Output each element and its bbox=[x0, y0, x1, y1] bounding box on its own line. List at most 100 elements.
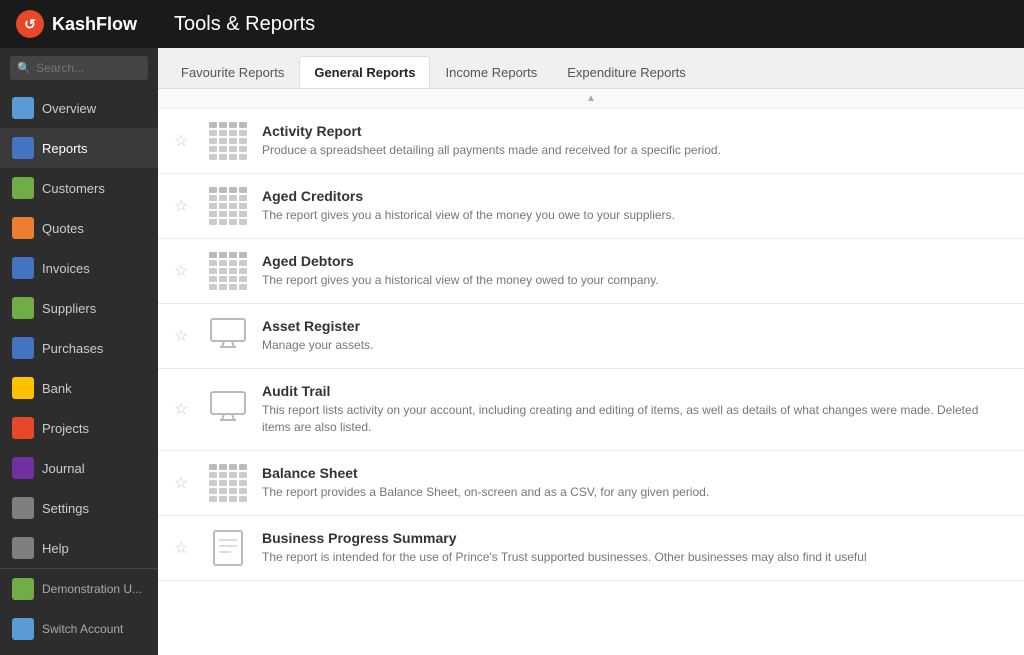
report-thumb-aged-creditors bbox=[206, 188, 250, 224]
sidebar-label-quotes: Quotes bbox=[42, 221, 84, 236]
report-desc-business-progress: The report is intended for the use of Pr… bbox=[262, 549, 1008, 566]
main-content: Favourite ReportsGeneral ReportsIncome R… bbox=[158, 48, 1024, 655]
sidebar-item-quotes[interactable]: Quotes bbox=[0, 208, 158, 248]
switch-icon bbox=[12, 618, 34, 640]
report-desc-activity: Produce a spreadsheet detailing all paym… bbox=[262, 142, 1008, 159]
sidebar-label-switch: Switch Account bbox=[42, 622, 123, 636]
star-button-audit-trail[interactable]: ☆ bbox=[174, 399, 194, 419]
customers-icon bbox=[12, 177, 34, 199]
sidebar-item-payroll[interactable]: Payroll bbox=[0, 649, 158, 655]
sidebar-item-bank[interactable]: Bank bbox=[0, 368, 158, 408]
search-icon: 🔍 bbox=[17, 62, 31, 75]
star-button-business-progress[interactable]: ☆ bbox=[174, 538, 194, 558]
sidebar-label-customers: Customers bbox=[42, 181, 105, 196]
report-item-business-progress: ☆ Business Progress Summary The report i… bbox=[158, 516, 1024, 581]
sidebar-label-suppliers: Suppliers bbox=[42, 301, 96, 316]
report-title-aged-debtors[interactable]: Aged Debtors bbox=[262, 253, 1008, 269]
star-button-balance-sheet[interactable]: ☆ bbox=[174, 473, 194, 493]
sidebar-item-overview[interactable]: Overview bbox=[0, 88, 158, 128]
star-button-activity[interactable]: ☆ bbox=[174, 131, 194, 151]
sidebar-item-demo[interactable]: Demonstration U... bbox=[0, 569, 158, 609]
sidebar-bottom: Demonstration U... Switch Account Payrol… bbox=[0, 568, 158, 655]
report-thumb-business-progress bbox=[206, 530, 250, 566]
sidebar-item-purchases[interactable]: Purchases bbox=[0, 328, 158, 368]
sidebar-item-settings[interactable]: Settings bbox=[0, 488, 158, 528]
report-thumb-asset-register bbox=[206, 318, 250, 354]
sidebar-item-suppliers[interactable]: Suppliers bbox=[0, 288, 158, 328]
sidebar-label-reports: Reports bbox=[42, 141, 88, 156]
report-item-aged-debtors: ☆ Aged Debtors The report gives you a hi… bbox=[158, 239, 1024, 304]
report-item-activity: ☆ Activity Report Produce a spreadsheet … bbox=[158, 109, 1024, 174]
sidebar-item-help[interactable]: Help bbox=[0, 528, 158, 568]
report-thumb-audit-trail bbox=[206, 391, 250, 427]
monitor-icon bbox=[210, 391, 246, 428]
monitor-icon bbox=[210, 318, 246, 355]
report-item-aged-creditors: ☆ Aged Creditors The report gives you a … bbox=[158, 174, 1024, 239]
report-desc-balance-sheet: The report provides a Balance Sheet, on-… bbox=[262, 484, 1008, 501]
page-title: Tools & Reports bbox=[174, 13, 315, 36]
bank-icon bbox=[12, 377, 34, 399]
tabs-container: Favourite ReportsGeneral ReportsIncome R… bbox=[158, 48, 1024, 89]
sidebar-item-invoices[interactable]: Invoices bbox=[0, 248, 158, 288]
tab-income[interactable]: Income Reports bbox=[430, 56, 552, 88]
report-desc-aged-creditors: The report gives you a historical view o… bbox=[262, 207, 1008, 224]
report-item-balance-sheet: ☆ Balance Sheet The report provides a Ba… bbox=[158, 451, 1024, 516]
report-title-activity[interactable]: Activity Report bbox=[262, 123, 1008, 139]
journal-icon bbox=[12, 457, 34, 479]
sidebar-item-journal[interactable]: Journal bbox=[0, 448, 158, 488]
overview-icon bbox=[12, 97, 34, 119]
report-text-aged-creditors: Aged Creditors The report gives you a hi… bbox=[262, 188, 1008, 224]
sidebar-item-switch[interactable]: Switch Account bbox=[0, 609, 158, 649]
report-text-asset-register: Asset Register Manage your assets. bbox=[262, 318, 1008, 354]
invoices-icon bbox=[12, 257, 34, 279]
topbar: ↺ KashFlow Tools & Reports bbox=[0, 0, 1024, 48]
report-desc-audit-trail: This report lists activity on your accou… bbox=[262, 402, 1008, 436]
suppliers-icon bbox=[12, 297, 34, 319]
sidebar-label-settings: Settings bbox=[42, 501, 89, 516]
reports-list: ▲ ☆ Activity Report Produce a spreadshee… bbox=[158, 89, 1024, 655]
demo-icon bbox=[12, 578, 34, 600]
sidebar-label-overview: Overview bbox=[42, 101, 96, 116]
reports-icon bbox=[12, 137, 34, 159]
report-desc-asset-register: Manage your assets. bbox=[262, 337, 1008, 354]
report-desc-aged-debtors: The report gives you a historical view o… bbox=[262, 272, 1008, 289]
settings-icon bbox=[12, 497, 34, 519]
report-text-business-progress: Business Progress Summary The report is … bbox=[262, 530, 1008, 566]
logo-text: KashFlow bbox=[52, 14, 137, 35]
quotes-icon bbox=[12, 217, 34, 239]
star-button-aged-creditors[interactable]: ☆ bbox=[174, 196, 194, 216]
report-item-audit-trail: ☆ Audit Trail This report lists activity… bbox=[158, 369, 1024, 451]
sidebar-label-projects: Projects bbox=[42, 421, 89, 436]
star-button-asset-register[interactable]: ☆ bbox=[174, 326, 194, 346]
sidebar: 🔍 Overview Reports Customers Quotes Invo… bbox=[0, 48, 158, 655]
report-text-activity: Activity Report Produce a spreadsheet de… bbox=[262, 123, 1008, 159]
report-title-balance-sheet[interactable]: Balance Sheet bbox=[262, 465, 1008, 481]
report-text-audit-trail: Audit Trail This report lists activity o… bbox=[262, 383, 1008, 436]
tab-general[interactable]: General Reports bbox=[299, 56, 430, 88]
sidebar-item-customers[interactable]: Customers bbox=[0, 168, 158, 208]
report-text-balance-sheet: Balance Sheet The report provides a Bala… bbox=[262, 465, 1008, 501]
report-thumb-balance-sheet bbox=[206, 465, 250, 501]
report-title-audit-trail[interactable]: Audit Trail bbox=[262, 383, 1008, 399]
report-title-aged-creditors[interactable]: Aged Creditors bbox=[262, 188, 1008, 204]
tab-expenditure[interactable]: Expenditure Reports bbox=[552, 56, 701, 88]
scroll-up-indicator[interactable]: ▲ bbox=[158, 89, 1024, 109]
report-title-asset-register[interactable]: Asset Register bbox=[262, 318, 1008, 334]
sidebar-label-bank: Bank bbox=[42, 381, 72, 396]
tab-favourite[interactable]: Favourite Reports bbox=[166, 56, 299, 88]
sidebar-label-help: Help bbox=[42, 541, 69, 556]
help-icon bbox=[12, 537, 34, 559]
sidebar-label-invoices: Invoices bbox=[42, 261, 90, 276]
sidebar-item-reports[interactable]: Reports bbox=[0, 128, 158, 168]
search-container: 🔍 bbox=[0, 48, 158, 88]
star-button-aged-debtors[interactable]: ☆ bbox=[174, 261, 194, 281]
report-text-aged-debtors: Aged Debtors The report gives you a hist… bbox=[262, 253, 1008, 289]
logo-icon: ↺ bbox=[16, 10, 44, 38]
logo-container: ↺ KashFlow bbox=[16, 10, 174, 38]
report-title-business-progress[interactable]: Business Progress Summary bbox=[262, 530, 1008, 546]
sidebar-item-projects[interactable]: Projects bbox=[0, 408, 158, 448]
report-thumb-aged-debtors bbox=[206, 253, 250, 289]
sidebar-label-purchases: Purchases bbox=[42, 341, 103, 356]
sidebar-label-demo: Demonstration U... bbox=[42, 582, 142, 596]
projects-icon bbox=[12, 417, 34, 439]
